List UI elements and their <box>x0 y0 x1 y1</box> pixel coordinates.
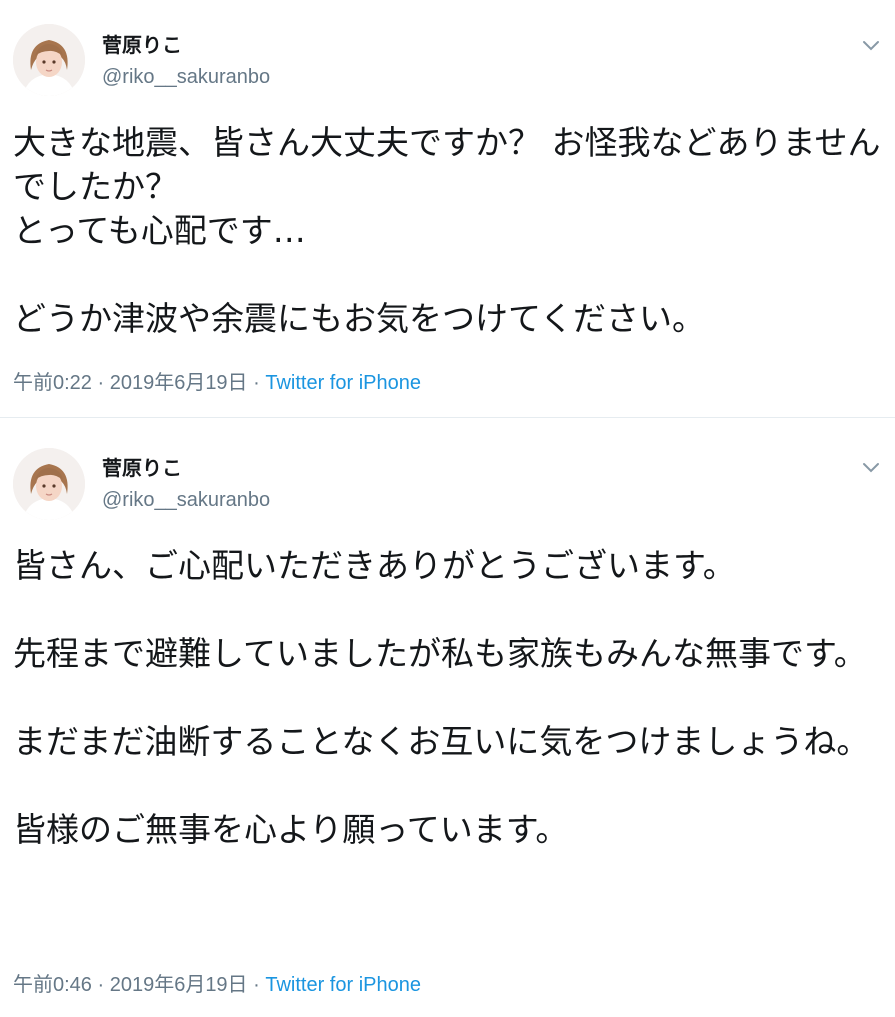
chevron-down-icon <box>863 41 879 51</box>
tweet-meta: 午前0:46 · 2019年6月19日 · Twitter for iPhone <box>13 972 421 998</box>
tweet-text: 大きな地震、皆さん大丈夫ですか？ お怪我などありませんでしたか？ とっても心配で… <box>13 123 881 338</box>
tweet-2: 菅原りこ @riko__sakuranbo 皆さん、ご心配いただきありがとうござ… <box>0 419 895 1017</box>
tweet-meta: 午前0:22 · 2019年6月19日 · Twitter for iPhone <box>13 370 421 396</box>
tweet-timestamp[interactable]: 午前0:46 · 2019年6月19日 · <box>13 974 265 996</box>
avatar-photo-icon <box>13 448 85 520</box>
tweet-1: 菅原りこ @riko__sakuranbo 大きな地震、皆さん大丈夫ですか？ お… <box>0 0 895 418</box>
avatar[interactable] <box>13 448 85 520</box>
tweet-divider <box>0 417 895 418</box>
display-name[interactable]: 菅原りこ <box>102 456 182 480</box>
tweet-source-link[interactable]: Twitter for iPhone <box>265 974 421 996</box>
tweet-timestamp[interactable]: 午前0:22 · 2019年6月19日 · <box>13 372 265 394</box>
tweet-text: 皆さん、ご心配いただきありがとうございます。 先程まで避難していましたが私も家族… <box>13 546 870 849</box>
tweet-menu-button[interactable] <box>858 458 884 478</box>
tweet-source-link[interactable]: Twitter for iPhone <box>265 372 421 394</box>
avatar[interactable] <box>13 24 85 96</box>
display-name[interactable]: 菅原りこ <box>102 33 182 57</box>
user-handle[interactable]: @riko__sakuranbo <box>102 65 270 89</box>
tweet-menu-button[interactable] <box>858 36 884 56</box>
avatar-photo-icon <box>13 24 85 96</box>
chevron-down-icon <box>863 463 879 473</box>
user-handle[interactable]: @riko__sakuranbo <box>102 488 270 512</box>
